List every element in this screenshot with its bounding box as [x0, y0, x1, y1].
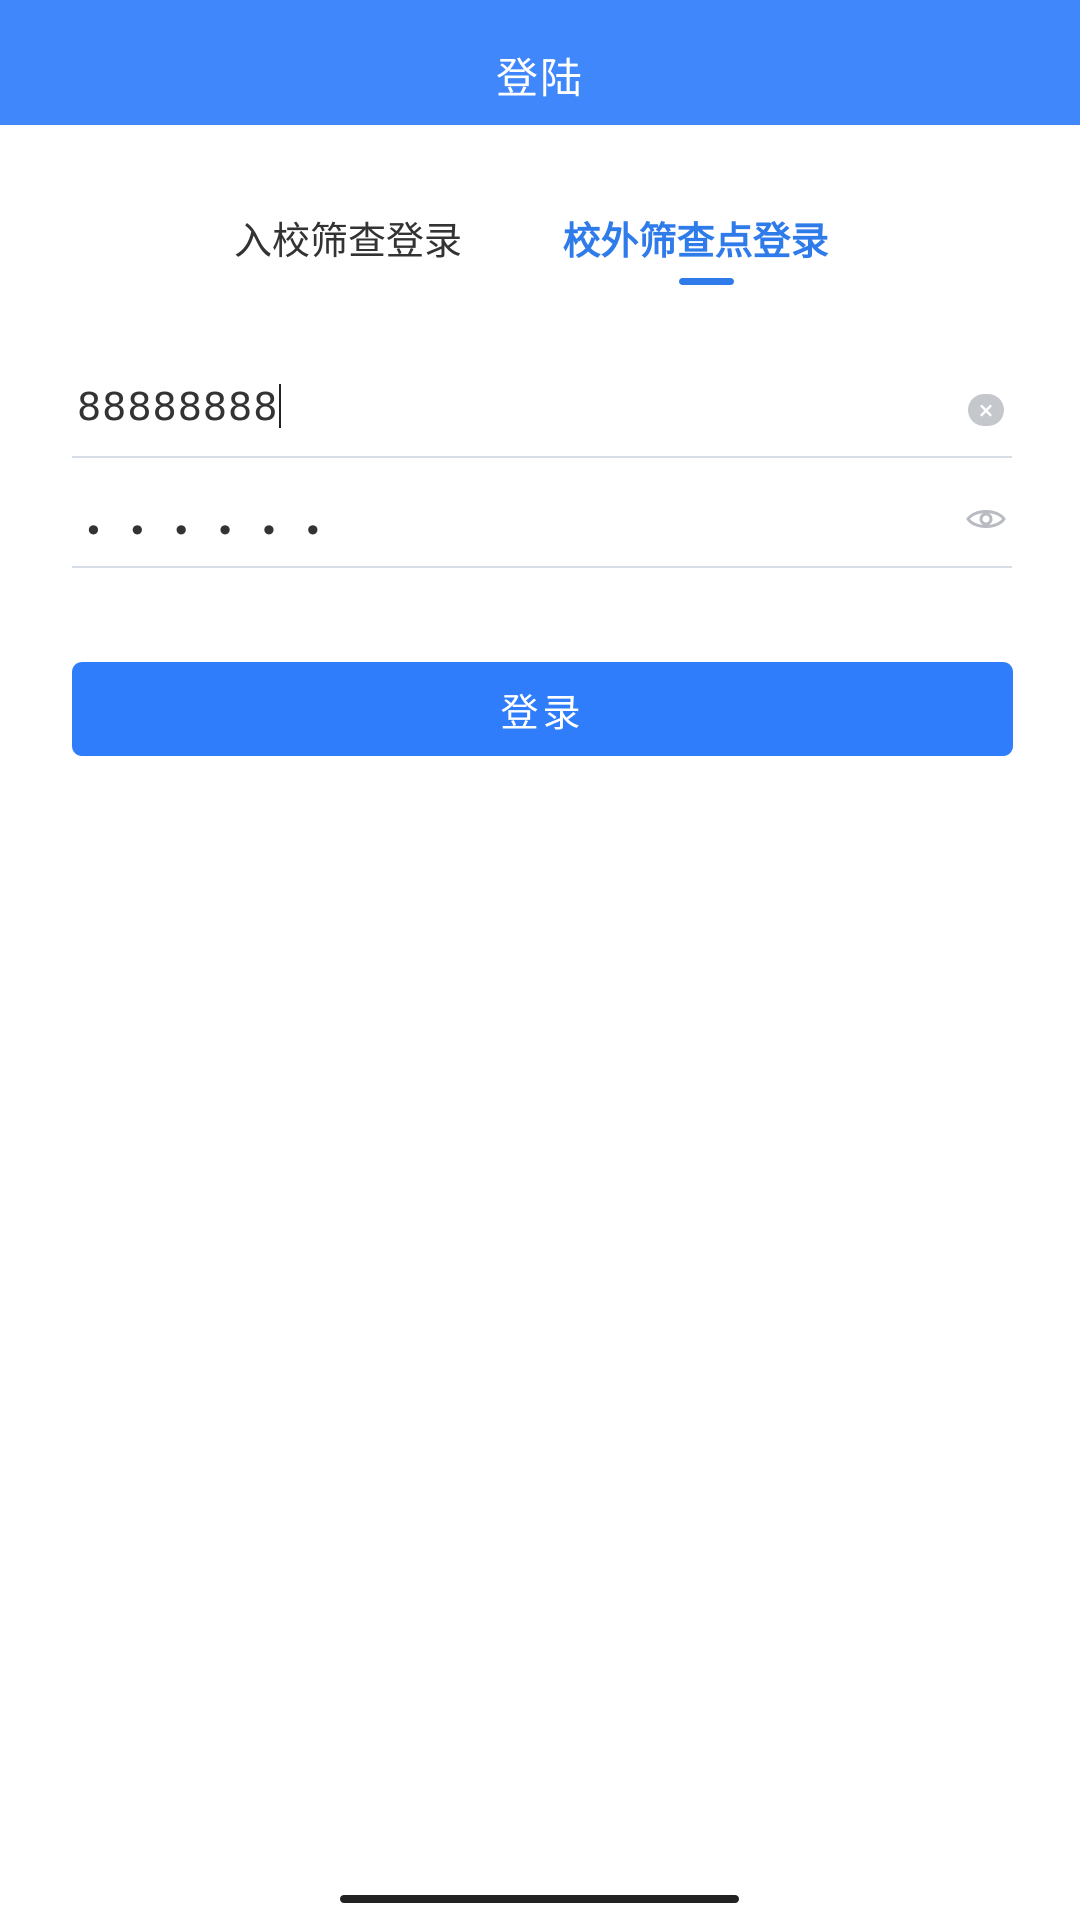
password-input[interactable]: ••••••: [84, 512, 347, 550]
text-caret: [279, 384, 282, 428]
tab-outside-screening-point[interactable]: 校外筛查点登录: [563, 210, 829, 265]
login-button[interactable]: 登录: [72, 662, 1013, 756]
home-indicator[interactable]: [340, 1895, 739, 1903]
eye-icon[interactable]: [966, 506, 1006, 532]
login-page: 登陆 入校筛查登录 校外筛查点登录 88888888 × •••••• 登录: [0, 0, 1080, 1920]
account-field[interactable]: 88888888 ×: [72, 346, 1012, 458]
tab-school-screening[interactable]: 入校筛查登录: [234, 210, 462, 265]
account-value: 88888888: [77, 385, 279, 429]
top-bar: 登陆: [0, 0, 1080, 125]
login-tabs: 入校筛查登录 校外筛查点登录: [0, 200, 1080, 290]
active-tab-indicator: [679, 278, 734, 285]
account-input[interactable]: 88888888: [77, 384, 282, 429]
password-field[interactable]: ••••••: [72, 456, 1012, 568]
page-title: 登陆: [495, 54, 584, 103]
clear-icon[interactable]: ×: [968, 394, 1004, 426]
